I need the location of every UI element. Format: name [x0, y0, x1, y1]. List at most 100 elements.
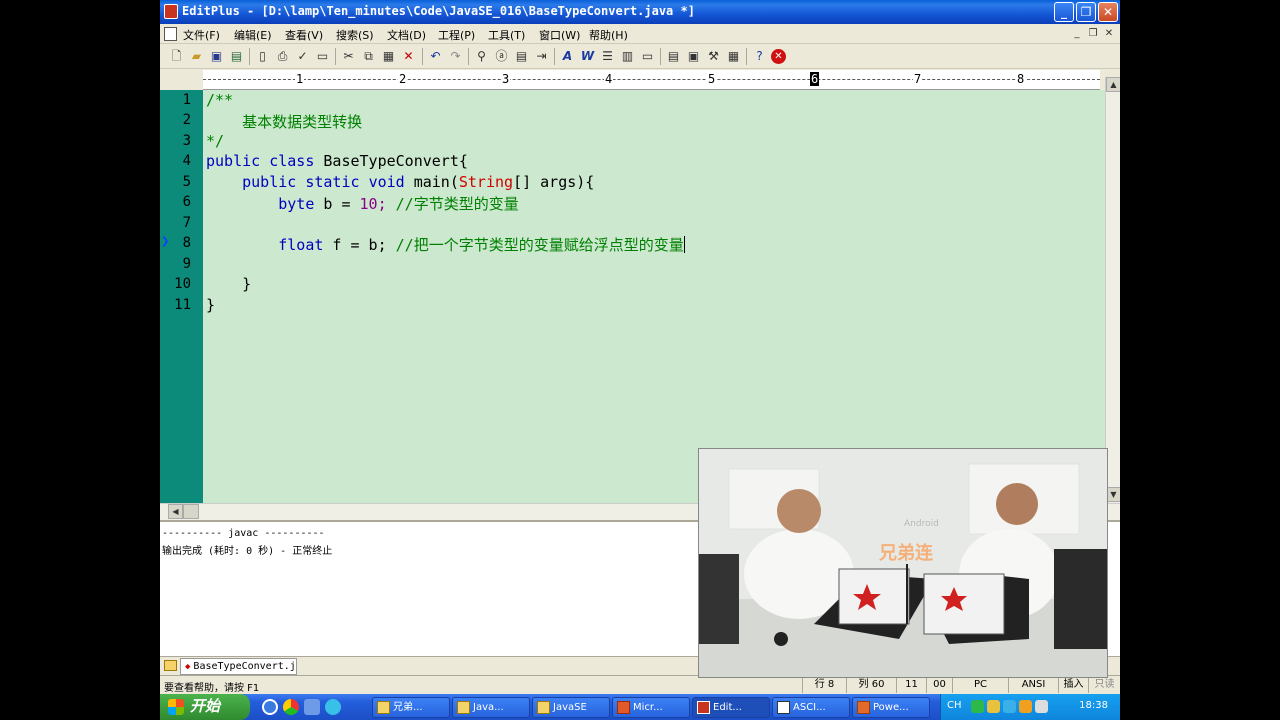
webcam-video-overlay: 兄弟连 Android — [698, 448, 1108, 678]
taskbar-item[interactable]: Micr... — [612, 697, 690, 718]
start-button[interactable]: 开始 — [160, 694, 250, 720]
scroll-up-icon[interactable]: ▲ — [1106, 77, 1120, 92]
font-icon[interactable]: A — [559, 48, 576, 65]
task-label: Java... — [473, 702, 504, 713]
toolbar: 🗋 ▰ ▣ ▤ ▯ ⎙ ✓ ▭ ✂ ⧉ ▦ ✕ ↶ ↷ ⚲ ⓐ ▤ ⇥ A W … — [160, 45, 1120, 69]
paste-icon[interactable]: ▦ — [380, 48, 397, 65]
scroll-left-icon[interactable]: ◀ — [168, 504, 183, 519]
new-file-icon[interactable]: 🗋 — [168, 48, 185, 65]
vertical-scrollbar[interactable]: ▲ ▼ — [1105, 77, 1120, 503]
android-tag: Android — [904, 519, 939, 529]
quicklaunch-chrome-icon[interactable] — [283, 699, 299, 715]
open-file-icon[interactable]: ▰ — [188, 48, 205, 65]
ruler-icon[interactable]: ▭ — [639, 48, 656, 65]
code-text: b = — [314, 195, 360, 213]
document-icon[interactable] — [164, 27, 177, 41]
tools-icon[interactable]: ⚒ — [705, 48, 722, 65]
save-all-icon[interactable]: ▤ — [228, 48, 245, 65]
close-doc-icon[interactable]: ✕ — [771, 49, 786, 64]
method-name: main( — [413, 173, 459, 191]
ruler-mark: 1 — [295, 72, 305, 86]
document-tab-label: BaseTypeConvert.java — [193, 661, 296, 672]
mdi-restore-button[interactable]: ❐ — [1086, 27, 1100, 41]
taskbar-item[interactable]: 兄弟... — [372, 697, 450, 718]
start-label: 开始 — [190, 697, 221, 715]
word-wrap-icon[interactable]: W — [579, 48, 596, 65]
print-preview-icon[interactable]: ▯ — [254, 48, 271, 65]
cut-icon[interactable]: ✂ — [340, 48, 357, 65]
taskbar-item[interactable]: Powe... — [852, 697, 930, 718]
undo-icon[interactable]: ↶ — [427, 48, 444, 65]
quicklaunch-media-icon[interactable] — [304, 699, 320, 715]
tray-icon[interactable] — [971, 700, 984, 713]
folder-icon[interactable] — [164, 660, 177, 671]
menu-edit[interactable]: 编辑(E) — [234, 27, 272, 43]
spell-check-icon[interactable]: ✓ — [294, 48, 311, 65]
taskbar-item[interactable]: JavaSE — [532, 697, 610, 718]
toolbar-separator — [660, 48, 661, 65]
browser-icon[interactable]: ▭ — [314, 48, 331, 65]
print-icon[interactable]: ⎙ — [274, 48, 291, 65]
scroll-down-icon[interactable]: ▼ — [1106, 487, 1120, 502]
keyword: static — [305, 173, 360, 191]
keyword: byte — [278, 195, 315, 213]
replace-icon[interactable]: ⓐ — [493, 48, 510, 65]
menu-window[interactable]: 窗口(W) — [539, 27, 580, 43]
code-line: public class BaseTypeConvert{ — [206, 152, 468, 172]
indent-icon[interactable]: ⇥ — [533, 48, 550, 65]
editplus-app-icon[interactable] — [164, 4, 178, 19]
goto-icon[interactable]: ▤ — [513, 48, 530, 65]
number-literal: 10 — [359, 195, 378, 213]
quicklaunch-ie-icon[interactable] — [262, 699, 278, 715]
menu-view[interactable]: 查看(V) — [285, 27, 323, 43]
find-icon[interactable]: ⚲ — [473, 48, 490, 65]
minimize-button[interactable]: _ — [1054, 2, 1074, 22]
volume-icon[interactable] — [1035, 700, 1048, 713]
copy-icon[interactable]: ⧉ — [360, 48, 377, 65]
tile-icon[interactable]: ▤ — [665, 48, 682, 65]
cascade-icon[interactable]: ▣ — [685, 48, 702, 65]
quicklaunch-qq-icon[interactable] — [325, 699, 341, 715]
scroll-thumb[interactable] — [183, 504, 199, 519]
toolbar-separator — [249, 48, 250, 65]
comment-text: /** — [206, 91, 234, 109]
ime-indicator[interactable]: CH — [947, 700, 962, 711]
help-icon[interactable]: ? — [751, 48, 768, 65]
taskbar-item-active[interactable]: Edit... — [692, 697, 770, 718]
menu-file[interactable]: 文件(F) — [183, 27, 220, 43]
taskbar-item[interactable]: Java... — [452, 697, 530, 718]
line-number: 6 — [182, 194, 191, 210]
save-icon[interactable]: ▣ — [208, 48, 225, 65]
keyword: class — [269, 152, 315, 170]
status-readonly: 只读 — [1088, 677, 1120, 693]
taskbar-item[interactable]: ASCI... — [772, 697, 850, 718]
menu-document[interactable]: 文档(D) — [387, 27, 426, 43]
toolbar-separator — [554, 48, 555, 65]
document-tab[interactable]: ◆BaseTypeConvert.java — [180, 658, 297, 675]
code-line: /** — [206, 91, 233, 111]
keyword: float — [278, 236, 324, 254]
clip-icon[interactable]: ▦ — [725, 48, 742, 65]
keyword: public — [242, 173, 297, 191]
tray-icon[interactable] — [987, 700, 1000, 713]
close-button[interactable]: ✕ — [1098, 2, 1118, 22]
restore-button[interactable]: ❐ — [1076, 2, 1096, 22]
menu-project[interactable]: 工程(P) — [438, 27, 475, 43]
ruler-mark: 5 — [707, 72, 717, 86]
toolbar-separator — [468, 48, 469, 65]
menu-tools[interactable]: 工具(T) — [488, 27, 525, 43]
mdi-minimize-button[interactable]: _ — [1070, 27, 1084, 41]
menu-help[interactable]: 帮助(H) — [589, 27, 628, 43]
delete-icon[interactable]: ✕ — [400, 48, 417, 65]
tray-icon[interactable] — [1019, 700, 1032, 713]
line-number-icon[interactable]: ☰ — [599, 48, 616, 65]
code-editor[interactable]: /** 基本数据类型转换 */ public class BaseTypeCon… — [203, 90, 1105, 503]
redo-icon[interactable]: ↷ — [447, 48, 464, 65]
status-row: 行 8 — [802, 677, 846, 693]
line-number: 4 — [182, 153, 191, 169]
mdi-close-button[interactable]: ✕ — [1102, 27, 1116, 41]
menu-search[interactable]: 搜索(S) — [336, 27, 374, 43]
code-text: f = b; — [323, 236, 387, 254]
column-icon[interactable]: ▥ — [619, 48, 636, 65]
tray-icon[interactable] — [1003, 700, 1016, 713]
